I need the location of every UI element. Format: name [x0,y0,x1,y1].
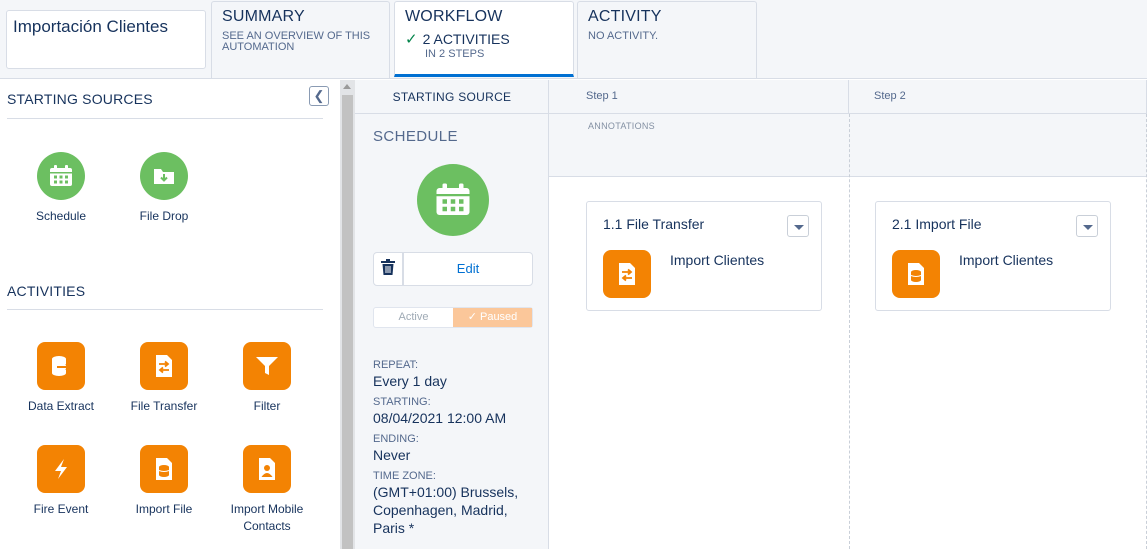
toggle-active[interactable]: Active [374,308,453,327]
tab-summary[interactable]: SUMMARY SEE AN OVERVIEW OF THIS AUTOMATI… [211,1,390,78]
edit-schedule-button[interactable]: Edit [403,252,533,286]
timezone-value: (GMT+01:00) Brussels, Copenhagen, Madrid… [373,484,519,536]
timezone-label: TIME ZONE: [373,470,436,482]
lightning-icon [37,445,85,493]
chevron-left-icon: ❮ [313,88,325,103]
left-panel: STARTING SOURCES ❮ Schedule File Drop AC… [0,80,340,549]
activity-import-file[interactable]: Import File [114,445,214,518]
check-icon: ✓ [467,311,480,323]
activity-label: File Transfer [130,399,198,413]
activity-card-title: 2.1 Import File [892,216,982,232]
toggle-paused-label: Paused [479,311,518,323]
tab-summary-title: SUMMARY [222,8,305,25]
activity-label: Filter [253,399,281,413]
activity-menu-button[interactable] [787,215,809,237]
source-schedule[interactable]: Schedule [11,152,111,225]
tab-workflow[interactable]: WORKFLOW ✓ 2 ACTIVITIES IN 2 STEPS [394,1,574,77]
schedule-title: SCHEDULE [373,128,458,145]
starting-source-column: STARTING SOURCE SCHEDULE Edit Active ✓ P… [355,80,549,549]
tab-workflow-title: WORKFLOW [405,8,503,25]
activity-card-name: Import Clientes [670,252,765,268]
starting-sources-heading: STARTING SOURCES [7,91,153,107]
repeat-label: REPEAT: [373,359,419,371]
activity-import-mobile-contacts[interactable]: Import Mobile Contacts [217,445,317,535]
tab-activity-title: ACTIVITY [588,8,662,25]
calendar-icon [37,152,85,200]
activity-fire-event[interactable]: Fire Event [11,445,111,518]
starting-value: 08/04/2021 12:00 AM [373,410,507,426]
source-label: Schedule [35,209,87,223]
check-icon: ✓ [405,31,418,48]
activities-heading: ACTIVITIES [7,283,86,299]
panel-scrollbar[interactable] [340,80,355,549]
step-2-header: Step 2 [849,80,1147,114]
tab-workflow-status: 2 ACTIVITIES [422,31,510,47]
starting-source-header: STARTING SOURCE [355,80,549,114]
scroll-up-icon[interactable] [343,84,351,89]
activity-card-title: 1.1 File Transfer [603,216,705,232]
schedule-info: REPEAT: Every 1 day STARTING: 08/04/2021… [373,353,543,537]
activity-file-transfer[interactable]: File Transfer [114,342,214,415]
trash-icon [381,258,395,280]
chevron-down-icon [794,225,804,230]
import-file-icon [892,250,940,298]
activity-label: Import Mobile Contacts [230,502,304,533]
activity-label: Fire Event [33,502,89,516]
header-bar: Importación Clientes SUMMARY SEE AN OVER… [0,0,1147,79]
activity-data-extract[interactable]: Data Extract [11,342,111,415]
activity-card-step-2[interactable]: 2.1 Import File Import Clientes [875,201,1111,311]
activity-card-name: Import Clientes [959,252,1054,268]
toggle-paused[interactable]: ✓ Paused [453,308,532,327]
annotations-row[interactable]: ANNOTATIONS [549,114,1147,177]
tab-summary-subtitle: SEE AN OVERVIEW OF THIS AUTOMATION [222,30,371,53]
source-file-drop[interactable]: File Drop [114,152,214,225]
import-file-icon [140,445,188,493]
delete-schedule-button[interactable] [373,252,403,286]
activity-label: Import File [135,502,193,516]
annotations-label: ANNOTATIONS [588,121,655,131]
calendar-icon[interactable] [417,164,489,236]
workflow-canvas: STARTING SOURCE SCHEDULE Edit Active ✓ P… [355,80,1147,549]
filter-icon [243,342,291,390]
collapse-panel-button[interactable]: ❮ [309,86,329,106]
activity-menu-button[interactable] [1076,215,1098,237]
activity-card-step-1[interactable]: 1.1 File Transfer Import Clientes [586,201,822,311]
ending-label: ENDING: [373,433,419,445]
repeat-value: Every 1 day [373,373,447,389]
activity-filter[interactable]: Filter [217,342,317,415]
step-1-header: Step 1 [549,80,849,114]
ending-value: Never [373,447,411,463]
step-divider [849,114,850,549]
starting-label: STARTING: [373,396,431,408]
contact-card-icon [243,445,291,493]
tab-workflow-subtitle: IN 2 STEPS [425,48,485,60]
automation-name-field[interactable]: Importación Clientes [6,10,206,69]
folder-download-icon [140,152,188,200]
scrollbar-thumb[interactable] [342,95,353,549]
file-transfer-icon [603,250,651,298]
file-transfer-icon [140,342,188,390]
chevron-down-icon [1083,225,1093,230]
divider [7,118,323,119]
activity-label: Data Extract [27,399,95,413]
source-label: File Drop [139,209,189,223]
tab-activity[interactable]: ACTIVITY NO ACTIVITY. [577,1,757,78]
data-extract-icon [37,342,85,390]
status-toggle[interactable]: Active ✓ Paused [373,307,533,328]
tab-activity-subtitle: NO ACTIVITY. [588,30,659,42]
divider [7,309,323,310]
